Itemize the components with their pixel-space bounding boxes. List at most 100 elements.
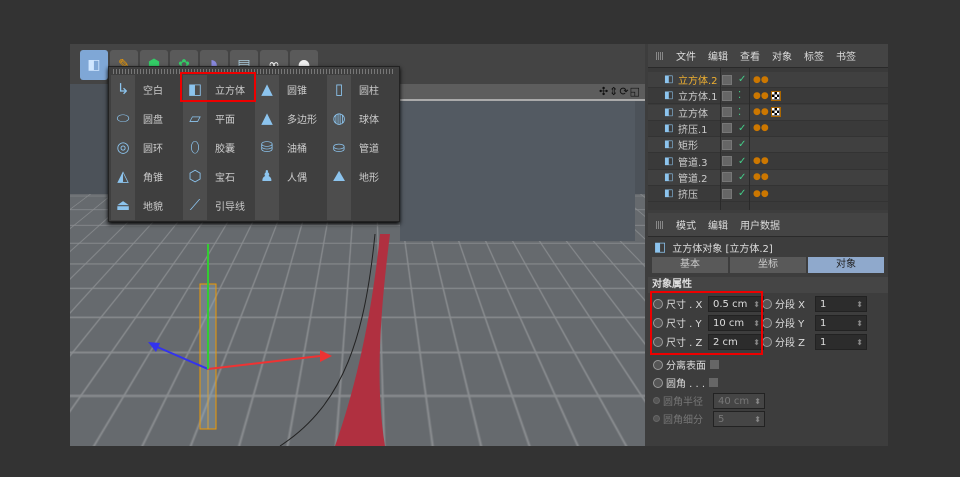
tab-object[interactable]: 对象: [808, 257, 884, 273]
panel-grip[interactable]: [656, 51, 664, 60]
texture-tag-icon[interactable]: [771, 90, 781, 101]
phong-tag-icon[interactable]: ●●: [753, 75, 769, 85]
menu-item-oil-tank[interactable]: ⛁ 油桶: [255, 133, 327, 161]
seg-x-field[interactable]: 1: [815, 295, 867, 312]
menu-item-sphere[interactable]: ◍ 球体: [327, 104, 399, 132]
menu-1[interactable]: 编辑: [708, 217, 728, 232]
layer-box[interactable]: [722, 188, 732, 199]
menu-item-tube[interactable]: ⛀ 管道: [327, 133, 399, 161]
layer-box[interactable]: [722, 172, 732, 183]
texture-tag-icon[interactable]: [771, 107, 781, 118]
anim-radio[interactable]: [762, 298, 772, 309]
anim-radio[interactable]: [653, 359, 663, 370]
phong-tag-icon[interactable]: ●●: [753, 156, 769, 166]
object-name[interactable]: 管道.3: [678, 154, 708, 169]
menu-item-null[interactable]: ↳ 空白: [111, 75, 183, 103]
layer-box[interactable]: [722, 90, 732, 101]
menu-item-disc[interactable]: ⬭ 圆盘: [111, 104, 183, 132]
menu-2[interactable]: 查看: [740, 48, 760, 63]
menu-item-plane[interactable]: ▱ 平面: [183, 104, 255, 132]
object-type-icon: ◧: [664, 188, 674, 200]
anim-radio: [653, 415, 660, 422]
check-icon[interactable]: ✓: [738, 156, 746, 167]
fillet-checkbox[interactable]: [709, 378, 719, 387]
fillet-sub-field: 5: [713, 410, 765, 427]
menu-0[interactable]: 文件: [676, 48, 696, 63]
layer-box[interactable]: [722, 107, 732, 118]
menu-0[interactable]: 模式: [676, 217, 696, 232]
object-row[interactable]: ◧ 立方体 ⁚ ●●: [648, 104, 888, 121]
check-icon[interactable]: ✓: [738, 123, 746, 134]
cube-icon[interactable]: ◧: [80, 50, 108, 80]
figure-icon: ♟: [260, 167, 274, 185]
object-name[interactable]: 管道.2: [678, 170, 708, 185]
object-name[interactable]: 立方体.2: [678, 72, 718, 87]
phong-tag-icon[interactable]: ●●: [753, 172, 769, 182]
layer-box[interactable]: [722, 156, 732, 166]
object-name[interactable]: 矩形: [678, 137, 698, 152]
object-row[interactable]: ◧ 挤压 ✓ ●●: [648, 186, 888, 203]
object-row[interactable]: ◧ 管道.3 ✓ ●●: [648, 153, 888, 170]
check-icon[interactable]: ✓: [738, 74, 746, 85]
menu-item-gem[interactable]: ⬡ 宝石: [183, 162, 255, 190]
menu-5[interactable]: 书签: [836, 48, 856, 63]
layer-box[interactable]: [722, 123, 732, 134]
menu-3[interactable]: 对象: [772, 48, 792, 63]
object-name[interactable]: 立方体: [678, 105, 708, 120]
phong-tag-icon[interactable]: ●●: [753, 107, 769, 117]
dots-icon[interactable]: ⁚: [738, 90, 741, 101]
menu-2[interactable]: 用户数据: [740, 217, 780, 232]
menu-item-polygon[interactable]: ▲ 多边形: [255, 104, 327, 132]
tab-coord[interactable]: 坐标: [730, 257, 806, 273]
menu-item-pyramid[interactable]: ◭ 角锥: [111, 162, 183, 190]
panel-grip[interactable]: [656, 220, 664, 229]
fillet-sub-label: 圆角细分: [663, 415, 703, 426]
viewport-nav-icons[interactable]: ✣⇕⟳◱: [599, 85, 641, 98]
object-type-icon: ◧: [664, 74, 674, 85]
object-row[interactable]: ◧ 立方体.2 ✓ ●●: [648, 72, 888, 88]
anim-radio[interactable]: [762, 317, 772, 328]
dots-icon[interactable]: ⁚: [738, 107, 741, 118]
menu-item-cone[interactable]: ▲ 圆锥: [255, 75, 327, 103]
seg-y-label: 分段 Y: [775, 319, 805, 330]
landscape-icon: ⏏: [115, 196, 131, 214]
attribute-manager: 模式 编辑 用户数据 ◧ 立方体对象 [立方体.2] 基本 坐标 对象 对象属性 尺…: [648, 213, 888, 446]
menu-item-landscape[interactable]: ⏏ 地貌: [111, 191, 183, 219]
object-row[interactable]: ◧ 挤压.1 ✓ ●●: [648, 120, 888, 137]
tab-basic[interactable]: 基本: [652, 257, 728, 273]
phong-tag-icon[interactable]: ●●: [753, 189, 769, 199]
object-name[interactable]: 挤压: [678, 186, 698, 201]
phong-tag-icon[interactable]: ●●: [753, 123, 769, 133]
anim-radio[interactable]: [653, 377, 663, 388]
phong-tag-icon[interactable]: ●●: [753, 91, 769, 101]
seg-y-field[interactable]: 1: [815, 314, 867, 331]
seg-x-label: 分段 X: [775, 300, 806, 311]
object-name[interactable]: 立方体.1: [678, 88, 718, 103]
check-icon[interactable]: ✓: [738, 172, 746, 183]
cube-icon: ◧: [654, 239, 667, 255]
menu-item-cylinder[interactable]: ▯ 圆柱: [327, 75, 399, 103]
object-type-icon: ◧: [664, 155, 674, 167]
object-name[interactable]: 挤压.1: [678, 121, 708, 136]
object-row[interactable]: ◧ 立方体.1 ⁚ ●●: [648, 88, 888, 105]
menu-item-figure[interactable]: ♟ 人偶: [255, 162, 327, 190]
object-row[interactable]: ◧ 管道.2 ✓ ●●: [648, 169, 888, 186]
layer-box[interactable]: [722, 139, 732, 150]
plane-icon: ▱: [189, 109, 201, 127]
highlight-box-cube: [180, 72, 256, 102]
fillet-label: 圆角 . . .: [666, 379, 706, 390]
menu-item-guide[interactable]: ⟋ 引导线: [183, 191, 255, 219]
check-icon[interactable]: ✓: [738, 139, 746, 150]
menu-item-landscape-terrain[interactable]: ⛰ 地形: [327, 162, 399, 190]
menu-4[interactable]: 标签: [804, 48, 824, 63]
menu-1[interactable]: 编辑: [708, 48, 728, 63]
anim-radio[interactable]: [762, 336, 772, 347]
separate-checkbox[interactable]: [710, 360, 719, 369]
object-row[interactable]: ◧ 矩形 ✓: [648, 137, 888, 154]
menu-item-torus[interactable]: ◎ 圆环: [111, 133, 183, 161]
check-icon[interactable]: ✓: [738, 188, 746, 199]
seg-z-field[interactable]: 1: [815, 333, 867, 350]
tube-icon: ⛀: [332, 138, 346, 156]
layer-box[interactable]: [722, 74, 732, 85]
menu-item-capsule[interactable]: ⬯ 胶囊: [183, 133, 255, 161]
